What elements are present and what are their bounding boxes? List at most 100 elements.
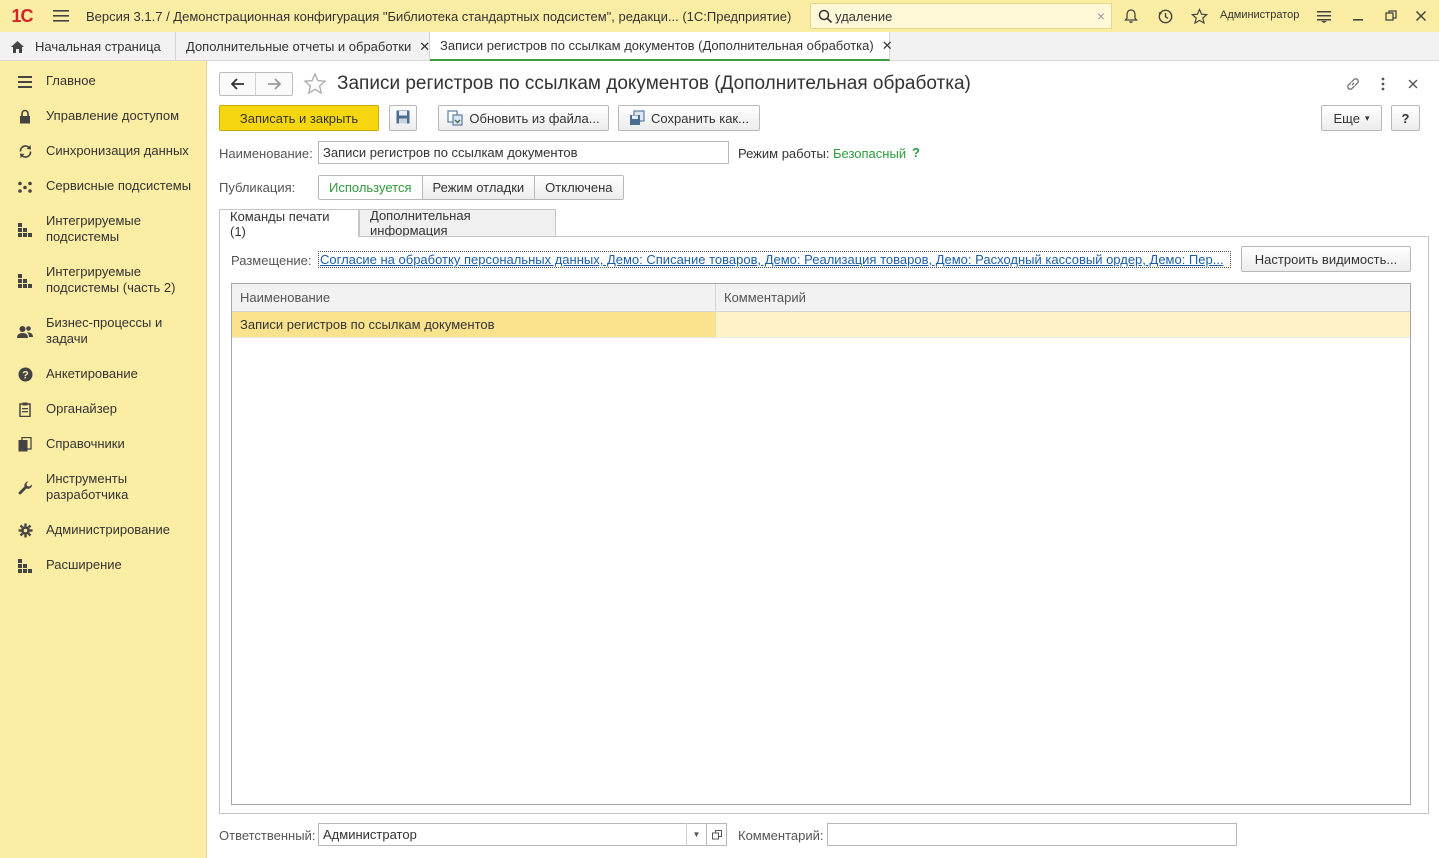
link-icon[interactable]	[1343, 74, 1363, 94]
svg-text:?: ?	[22, 369, 29, 381]
question-icon: ?	[17, 366, 33, 382]
sidebar-item-sync[interactable]: Синхронизация данных	[0, 143, 207, 163]
print-commands-panel: Размещение: Согласие на обработку персон…	[219, 236, 1429, 814]
sidebar: Главное Управление доступом Синхронизаци…	[0, 61, 207, 858]
publication-option-used[interactable]: Используется	[319, 176, 423, 199]
tab-register-records-label: Записи регистров по ссылкам документов (…	[440, 38, 874, 53]
forward-arrow-icon[interactable]	[256, 73, 292, 95]
name-field[interactable]: Записи регистров по ссылкам документов	[318, 141, 729, 164]
current-user[interactable]: Администратор	[1220, 9, 1299, 21]
more-vertical-icon[interactable]	[1373, 74, 1393, 94]
sidebar-item-service[interactable]: Сервисные подсистемы	[0, 178, 207, 198]
responsible-field[interactable]: Администратор	[318, 823, 727, 846]
commands-table[interactable]: Наименование Комментарий Записи регистро…	[231, 283, 1411, 805]
mode-help-icon[interactable]: ?	[912, 145, 920, 160]
close-window-icon[interactable]	[1411, 6, 1431, 26]
tab-additional-reports-label: Дополнительные отчеты и обработки	[186, 39, 412, 54]
more-button[interactable]: Еще ▾	[1321, 105, 1382, 131]
dots-grid-icon	[17, 179, 33, 195]
column-header-name[interactable]: Наименование	[232, 284, 716, 311]
placement-label: Размещение:	[231, 253, 312, 268]
table-row[interactable]: Записи регистров по ссылкам документов	[232, 312, 1410, 338]
history-icon[interactable]	[1155, 6, 1175, 26]
configure-visibility-button[interactable]: Настроить видимость...	[1241, 246, 1411, 272]
sidebar-item-admin[interactable]: Администрирование	[0, 522, 207, 542]
sidebar-item-survey[interactable]: ? Анкетирование	[0, 366, 207, 386]
nav-buttons	[219, 72, 293, 96]
responsible-label: Ответственный:	[219, 828, 316, 843]
form-title: Записи регистров по ссылкам документов (…	[337, 73, 971, 94]
publication-switch: Используется Режим отладки Отключена	[318, 175, 624, 200]
app-title: Версия 3.1.7 / Демонстрационная конфигур…	[86, 8, 792, 24]
name-label: Наименование:	[219, 146, 313, 161]
cell-name[interactable]: Записи регистров по ссылкам документов	[232, 312, 716, 337]
favorites-star-icon[interactable]	[1189, 6, 1209, 26]
people-icon	[17, 324, 33, 340]
responsible-dropdown-icon[interactable]: ▼	[686, 823, 706, 846]
sidebar-item-main[interactable]: Главное	[0, 73, 207, 93]
update-from-file-button[interactable]: Обновить из файла...	[438, 105, 609, 131]
sidebar-item-business[interactable]: Бизнес-процессы и задачи	[0, 315, 207, 351]
sync-icon	[17, 143, 33, 159]
tab-additional-reports[interactable]: Дополнительные отчеты и обработки ✕	[176, 32, 430, 61]
blocks-icon	[17, 273, 33, 289]
close-form-icon[interactable]	[1403, 74, 1423, 94]
sidebar-item-integrated[interactable]: Интегрируемые подсистемы	[0, 213, 207, 249]
form-area: Записи регистров по ссылкам документов (…	[207, 61, 1439, 858]
save-as-icon	[629, 110, 645, 126]
save-as-button[interactable]: Сохранить как...	[618, 105, 760, 131]
blocks-icon	[17, 558, 33, 574]
column-header-comment[interactable]: Комментарий	[716, 284, 806, 311]
favorite-star-icon[interactable]	[303, 72, 327, 99]
table-header: Наименование Комментарий	[232, 284, 1410, 312]
placement-link[interactable]: Согласие на обработку персональных данны…	[318, 251, 1231, 268]
sidebar-item-dev-tools[interactable]: Инструменты разработчика	[0, 471, 207, 507]
sidebar-item-integrated-2[interactable]: Интегрируемые подсистемы (часть 2)	[0, 264, 207, 300]
search-clear-icon[interactable]: ×	[1097, 8, 1105, 24]
menu-lines-icon	[17, 74, 33, 90]
mode-label: Режим работы:	[738, 146, 830, 161]
comment-field[interactable]	[827, 823, 1237, 846]
cell-comment[interactable]	[716, 312, 1410, 337]
window-tabs: Начальная страница Дополнительные отчеты…	[0, 32, 1439, 61]
sidebar-item-organizer[interactable]: Органайзер	[0, 401, 207, 421]
chevron-down-icon: ▾	[1364, 112, 1370, 123]
tab-home-label: Начальная страница	[35, 39, 161, 54]
gear-icon	[17, 522, 33, 538]
help-button[interactable]: ?	[1391, 105, 1420, 131]
search-icon	[815, 6, 835, 26]
sidebar-item-catalogs[interactable]: Справочники	[0, 436, 207, 456]
tab-print-commands[interactable]: Команды печати (1)	[219, 209, 359, 239]
minimize-icon[interactable]	[1348, 6, 1368, 26]
bell-icon[interactable]	[1121, 6, 1141, 26]
publication-option-disabled[interactable]: Отключена	[535, 176, 623, 199]
tab-additional-info[interactable]: Дополнительная информация	[359, 208, 556, 238]
open-icon[interactable]	[706, 823, 727, 846]
update-file-icon	[447, 110, 464, 126]
sidebar-item-access[interactable]: Управление доступом	[0, 108, 207, 128]
publication-option-debug[interactable]: Режим отладки	[422, 176, 536, 199]
save-close-button[interactable]: Записать и закрыть	[219, 105, 379, 131]
floppy-icon	[396, 110, 410, 127]
settings-menu-icon[interactable]	[1314, 6, 1334, 26]
publication-label: Публикация:	[219, 180, 296, 195]
tab-home[interactable]: Начальная страница	[0, 32, 176, 61]
tab-register-records[interactable]: Записи регистров по ссылкам документов (…	[430, 32, 893, 61]
app-logo: 1С	[11, 5, 33, 26]
mode-value-link[interactable]: Безопасный	[833, 146, 906, 161]
close-tab-icon[interactable]: ✕	[419, 39, 430, 55]
sidebar-item-extension[interactable]: Расширение	[0, 557, 207, 577]
wrench-icon	[17, 480, 33, 496]
lock-icon	[17, 108, 33, 124]
save-button[interactable]	[389, 105, 417, 131]
clipboard-icon	[17, 401, 33, 417]
restore-icon[interactable]	[1381, 6, 1401, 26]
blocks-icon	[17, 222, 33, 238]
close-tab-icon[interactable]: ✕	[882, 38, 893, 54]
back-arrow-icon[interactable]	[220, 73, 256, 95]
comment-label: Комментарий:	[738, 828, 824, 843]
global-search[interactable]: ×	[810, 3, 1112, 29]
search-input[interactable]	[835, 8, 1085, 24]
main-menu-icon[interactable]	[44, 0, 78, 32]
title-bar: 1С Версия 3.1.7 / Демонстрационная конфи…	[0, 0, 1439, 32]
